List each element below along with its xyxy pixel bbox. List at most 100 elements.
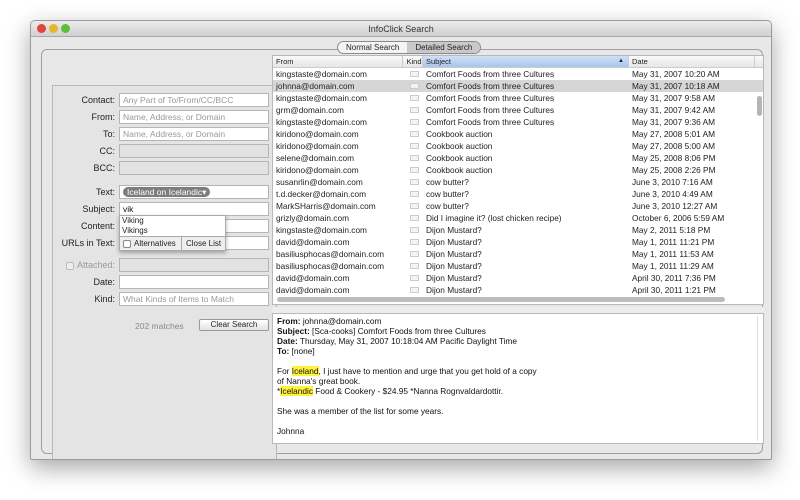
cell-from: kiridono@domain.com — [276, 129, 359, 139]
from-input[interactable]: Name, Address, or Domain — [119, 110, 269, 124]
cell-subject: Dijon Mustard? — [426, 237, 482, 247]
cell-subject: cow butter? — [426, 177, 469, 187]
table-row[interactable]: david@domain.com Dijon Mustard? April 30, … — [273, 284, 763, 296]
bcc-input[interactable] — [119, 161, 269, 175]
table-row[interactable]: basiliusphocas@domain.com Dijon Mustard? M… — [273, 260, 763, 272]
subject-input[interactable]: vik — [119, 202, 269, 216]
table-row[interactable]: selene@domain.com Cookbook auction May 25,… — [273, 152, 763, 164]
cell-date: April 30, 2011 1:21 PM — [632, 285, 716, 295]
mail-kind — [403, 176, 423, 188]
body-line: of Nanna's great book. — [277, 376, 361, 386]
tab-normal-search[interactable]: Normal Search — [338, 42, 407, 53]
cell-subject: Dijon Mustard? — [426, 249, 482, 259]
envelope-icon — [410, 131, 419, 137]
text-input[interactable]: Iceland on Icelandic▾ — [119, 185, 269, 199]
mail-kind — [403, 104, 423, 116]
table-row[interactable]: kiridono@domain.com Cookbook auction May 2… — [273, 164, 763, 176]
table-row[interactable]: david@domain.com Dijon Mustard? May 1, 201… — [273, 236, 763, 248]
envelope-icon — [410, 227, 419, 233]
cell-from: johnna@domain.com — [276, 81, 355, 91]
envelope-icon — [410, 287, 419, 293]
envelope-icon — [410, 119, 419, 125]
table-row[interactable]: t.d.decker@domain.com cow butter? June 3, … — [273, 188, 763, 200]
mail-kind — [403, 116, 423, 128]
cell-subject: Comfort Foods from three Cultures — [426, 81, 555, 91]
table-row[interactable]: kingstaste@domain.com Dijon Mustard? May 2… — [273, 224, 763, 236]
column-subject[interactable]: Subject ▲ — [423, 56, 629, 67]
kind-input[interactable]: What Kinds of Items to Match — [119, 292, 269, 306]
vertical-scrollbar[interactable] — [757, 96, 762, 116]
to-input[interactable]: Name, Address, or Domain — [119, 127, 269, 141]
column-date[interactable]: Date — [629, 56, 755, 67]
cell-from: selene@domain.com — [276, 153, 355, 163]
cell-date: May 31, 2007 10:20 AM — [632, 69, 720, 79]
tab-detailed-search[interactable]: Detailed Search — [407, 42, 481, 53]
highlight: Iceland — [291, 366, 319, 376]
date-input[interactable] — [119, 275, 269, 289]
close-button[interactable] — [37, 24, 46, 33]
envelope-icon — [410, 263, 419, 269]
close-list-button[interactable]: Close List — [182, 237, 225, 250]
envelope-icon — [410, 215, 419, 221]
urls-label: URLs in Text: — [61, 238, 115, 248]
mail-kind — [403, 188, 423, 200]
column-kind[interactable]: Kind — [403, 56, 423, 67]
alternatives-checkbox[interactable]: Alternatives — [120, 237, 182, 250]
table-row[interactable]: kingstaste@domain.com Comfort Foods from … — [273, 116, 763, 128]
table-row[interactable]: kiridono@domain.com Cookbook auction May 2… — [273, 140, 763, 152]
table-row[interactable]: kingstaste@domain.com Comfort Foods from … — [273, 68, 763, 80]
table-row[interactable]: kiridono@domain.com Cookbook auction May 2… — [273, 128, 763, 140]
cell-date: October 6, 2006 5:59 AM — [632, 213, 725, 223]
mail-kind — [403, 152, 423, 164]
cell-subject: cow butter? — [426, 201, 469, 211]
table-row[interactable]: susanrlin@domain.com cow butter? June 3, 2… — [273, 176, 763, 188]
envelope-icon — [410, 239, 419, 245]
mail-kind — [403, 80, 423, 92]
preview-date: Thursday, May 31, 2007 10:18:04 AM Pacif… — [297, 336, 517, 346]
column-from[interactable]: From — [273, 56, 403, 67]
envelope-icon — [410, 167, 419, 173]
search-token[interactable]: Iceland on Icelandic▾ — [123, 187, 211, 197]
cell-date: May 2, 2011 5:18 PM — [632, 225, 711, 235]
minimize-button[interactable] — [49, 24, 58, 33]
table-row[interactable]: basiliusphocas@domain.com Dijon Mustard? M… — [273, 248, 763, 260]
mail-kind — [403, 92, 423, 104]
app-window: InfoClick Search Normal Search Detailed … — [30, 20, 772, 460]
contact-input[interactable]: Any Part of To/From/CC/BCC — [119, 93, 269, 107]
autocomplete-popup: Viking Vikings Alternatives Close List — [119, 215, 226, 251]
horizontal-scrollbar[interactable] — [277, 297, 725, 302]
cell-subject: Dijon Mustard? — [426, 261, 482, 271]
envelope-icon — [410, 95, 419, 101]
table-header: From Kind Subject ▲ Date — [273, 56, 763, 68]
checkbox-icon — [65, 261, 74, 270]
zoom-button[interactable] — [61, 24, 70, 33]
cell-subject: Cookbook auction — [426, 129, 493, 139]
cell-date: May 31, 2007 9:36 AM — [632, 117, 716, 127]
autocomplete-option[interactable]: Viking — [120, 216, 225, 226]
attached-checkbox[interactable]: Attached: — [63, 260, 115, 270]
preview-from: johnna@domain.com — [300, 316, 382, 326]
cell-date: May 27, 2008 5:00 AM — [632, 141, 716, 151]
results-area: From Kind Subject ▲ Date kingstaste@domai… — [272, 55, 765, 445]
table-row[interactable]: david@domain.com Dijon Mustard? April 30, … — [273, 272, 763, 284]
subject-label: Subject: — [82, 204, 115, 214]
attached-input[interactable] — [119, 258, 269, 272]
mail-kind — [403, 128, 423, 140]
clear-search-button[interactable]: Clear Search — [199, 319, 269, 331]
preview-scrollbar[interactable] — [757, 316, 762, 441]
autocomplete-option[interactable]: Vikings — [120, 226, 225, 236]
table-row[interactable]: johnna@domain.com Comfort Foods from thre… — [273, 80, 763, 92]
body-line: *Icelandic Food & Cookery - $24.95 *Nann… — [277, 386, 504, 396]
table-row[interactable]: grm@domain.com Comfort Foods from three C… — [273, 104, 763, 116]
mail-kind — [403, 68, 423, 80]
mail-kind — [403, 200, 423, 212]
cell-from: david@domain.com — [276, 237, 350, 247]
cell-from: david@domain.com — [276, 285, 350, 295]
mail-kind — [403, 248, 423, 260]
table-row[interactable]: grizly@domain.com Did I imagine it? (lost… — [273, 212, 763, 224]
table-row[interactable]: MarkSHarris@domain.com cow butter? June 3,… — [273, 200, 763, 212]
table-row[interactable]: kingstaste@domain.com Comfort Foods from … — [273, 92, 763, 104]
cc-input[interactable] — [119, 144, 269, 158]
cell-date: April 30, 2011 7:36 PM — [632, 273, 716, 283]
cell-subject: Cookbook auction — [426, 153, 493, 163]
